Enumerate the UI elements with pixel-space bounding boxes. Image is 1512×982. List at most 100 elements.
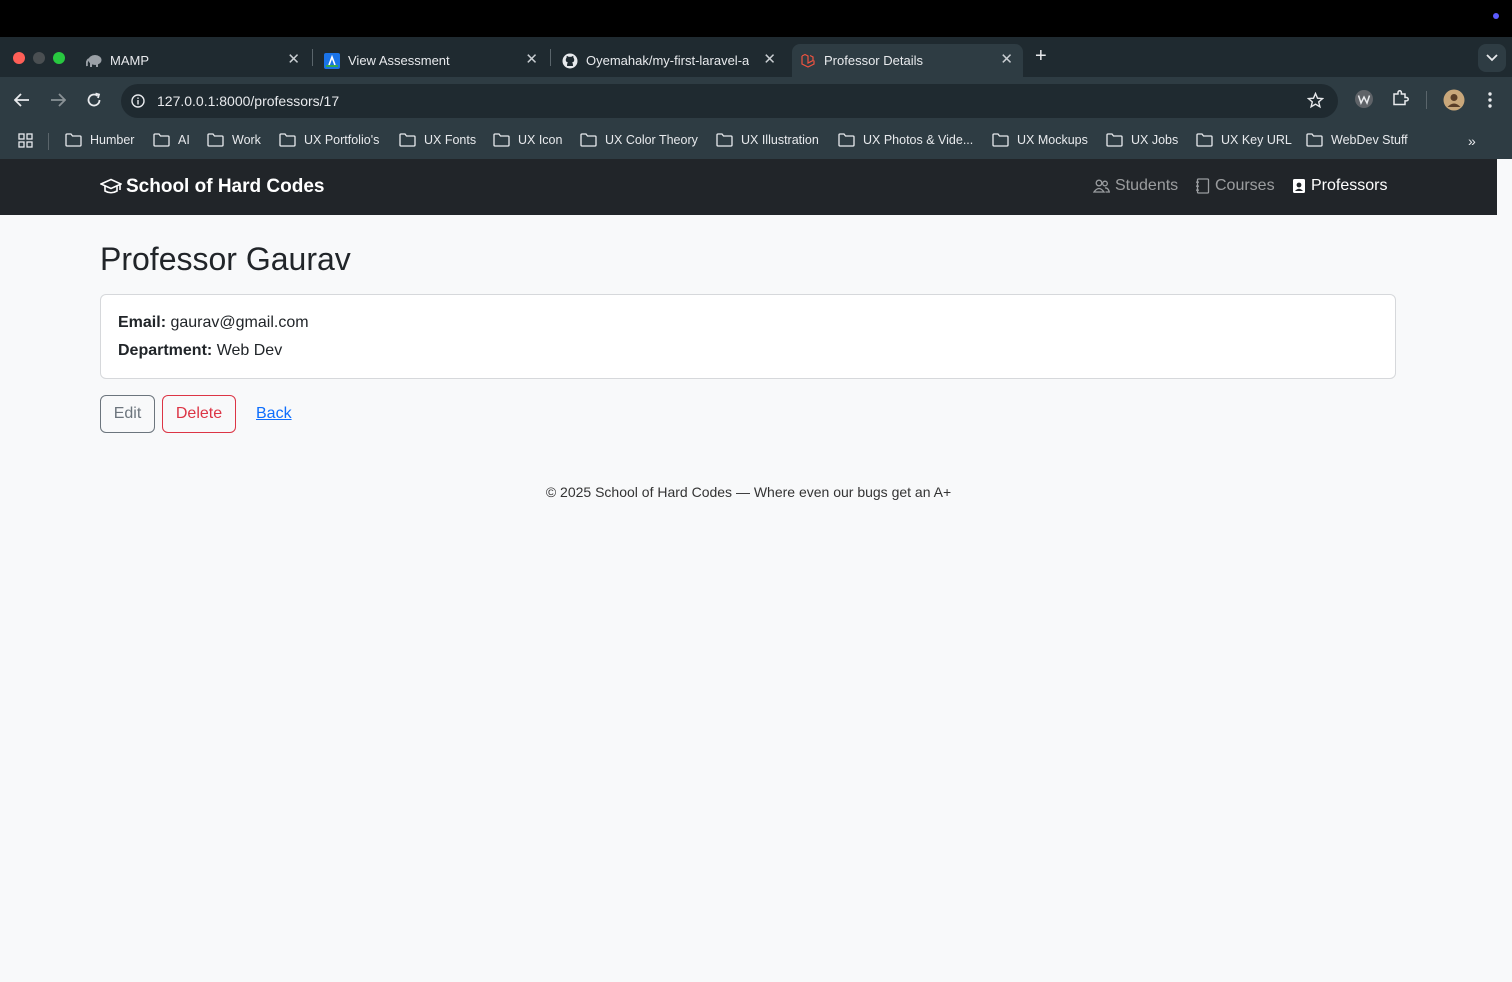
bookmark-item[interactable]: UX Color Theory (580, 133, 698, 147)
arrow-right-icon (51, 93, 66, 107)
department-label: Department: (118, 342, 213, 359)
bookmark-item[interactable]: UX Icon (493, 133, 562, 147)
graduation-cap-icon (100, 178, 122, 194)
folder-icon (493, 133, 510, 147)
laravel-icon (800, 53, 816, 69)
bookmark-star-icon[interactable] (1306, 91, 1325, 114)
folder-icon (1106, 133, 1123, 147)
folder-icon (1306, 133, 1323, 147)
folder-icon (207, 133, 224, 147)
email-value: gaurav@gmail.com (170, 314, 309, 331)
folder-icon (838, 133, 855, 147)
reload-icon (87, 92, 101, 107)
forward-nav-button[interactable] (48, 90, 68, 110)
bookmark-label: WebDev Stuff (1331, 133, 1408, 147)
people-icon (1093, 179, 1110, 193)
minimize-window-button[interactable] (33, 52, 45, 64)
bookmark-label: UX Mockups (1017, 133, 1088, 147)
tab-divider (550, 49, 551, 66)
tab-mamp[interactable]: MAMP ✕ (78, 44, 310, 77)
page-content: School of Hard Codes Students Courses Pr… (0, 159, 1512, 982)
folder-icon (716, 133, 733, 147)
bookmark-label: UX Illustration (741, 133, 819, 147)
profile-avatar[interactable] (1443, 89, 1465, 116)
bookmark-label: UX Key URL (1221, 133, 1292, 147)
close-window-button[interactable] (13, 52, 25, 64)
bookmark-item[interactable]: UX Photos & Vide... (838, 133, 973, 147)
chevron-double-right-icon[interactable]: » (1468, 133, 1476, 149)
maximize-window-button[interactable] (53, 52, 65, 64)
bookmark-label: UX Color Theory (605, 133, 698, 147)
bookmark-label: Humber (90, 133, 135, 147)
nav-students-link[interactable]: Students (1093, 177, 1178, 195)
address-bar[interactable]: 127.0.0.1:8000/professors/17 (121, 84, 1338, 118)
tab-title: MAMP (110, 53, 149, 68)
bookmark-item[interactable]: UX Jobs (1106, 133, 1178, 147)
tab-professor-details[interactable]: Professor Details ✕ (792, 44, 1023, 77)
bookmark-label: UX Photos & Vide... (863, 133, 974, 147)
delete-button[interactable]: Delete (162, 395, 236, 433)
nav-professors-link[interactable]: Professors (1292, 177, 1387, 195)
apps-grid-icon[interactable] (18, 133, 33, 153)
tab-close-icon[interactable]: ✕ (1000, 52, 1013, 68)
journal-icon (1196, 178, 1210, 194)
tab-title: View Assessment (348, 53, 450, 68)
bookmark-item[interactable]: UX Fonts (399, 133, 476, 147)
status-dot (1493, 13, 1499, 19)
tab-search-button[interactable] (1478, 44, 1506, 72)
bookmark-item[interactable]: UX Illustration (716, 133, 819, 147)
site-footer: © 2025 School of Hard Codes — Where even… (545, 484, 952, 500)
edit-button[interactable]: Edit (100, 395, 155, 433)
extension-w-icon[interactable] (1354, 89, 1374, 114)
bookmark-item[interactable]: UX Mockups (992, 133, 1088, 147)
brand-name: School of Hard Codes (126, 176, 325, 197)
department-row: Department: Web Dev (118, 342, 282, 360)
folder-icon (992, 133, 1009, 147)
email-label: Email: (118, 314, 167, 331)
back-nav-button[interactable] (12, 90, 32, 110)
bookmark-item[interactable]: Humber (65, 133, 134, 147)
email-row: Email: gaurav@gmail.com (118, 314, 309, 332)
tab-close-icon[interactable]: ✕ (287, 52, 300, 68)
browser-toolbar: 127.0.0.1:8000/professors/17 (0, 77, 1512, 124)
tab-close-icon[interactable]: ✕ (763, 52, 776, 68)
tab-close-icon[interactable]: ✕ (525, 52, 538, 68)
tab-title: Professor Details (824, 53, 923, 68)
url-text: 127.0.0.1:8000/professors/17 (157, 93, 340, 109)
bookmark-label: AI (178, 133, 190, 147)
tab-divider (312, 49, 313, 66)
github-icon (562, 53, 578, 69)
toolbar-divider (1426, 91, 1427, 109)
reload-button[interactable] (84, 90, 104, 110)
bookmark-item[interactable]: AI (153, 133, 190, 147)
browser-tab-strip: MAMP ✕ View Assessment ✕ Oyemahak/my-fir… (0, 37, 1512, 77)
os-top-strip (0, 0, 1512, 37)
tab-view-assessment[interactable]: View Assessment ✕ (316, 44, 548, 77)
bookmark-label: UX Jobs (1131, 133, 1179, 147)
person-badge-icon (1293, 179, 1305, 193)
bookmark-label: UX Icon (518, 133, 563, 147)
tab-title: Oyemahak/my-first-laravel-a (586, 53, 750, 68)
folder-icon (153, 133, 170, 147)
new-tab-button[interactable]: + (1035, 46, 1047, 66)
nav-label: Professors (1311, 177, 1388, 194)
page-title: Professor Gaurav (100, 241, 351, 277)
folder-icon (279, 133, 296, 147)
bookmark-item[interactable]: Work (207, 133, 261, 147)
nav-courses-link[interactable]: Courses (1195, 177, 1275, 195)
extensions-puzzle-icon[interactable] (1391, 89, 1409, 112)
more-menu-icon[interactable] (1484, 90, 1496, 115)
tab-github[interactable]: Oyemahak/my-first-laravel-a ✕ (554, 44, 786, 77)
site-info-icon[interactable] (131, 94, 145, 113)
bookmark-label: UX Fonts (424, 133, 477, 147)
bookmark-item[interactable]: UX Portfolio's (279, 133, 379, 147)
back-link[interactable]: Back (256, 405, 292, 423)
arrow-left-icon (14, 93, 29, 107)
chevron-down-icon (1486, 54, 1498, 62)
bookmark-item[interactable]: UX Key URL (1196, 133, 1292, 147)
bookmark-label: UX Portfolio's (304, 133, 380, 147)
bookmark-item[interactable]: WebDev Stuff (1306, 133, 1408, 147)
brand-link[interactable]: School of Hard Codes (100, 176, 324, 198)
folder-icon (399, 133, 416, 147)
bookmarks-divider (48, 133, 49, 150)
